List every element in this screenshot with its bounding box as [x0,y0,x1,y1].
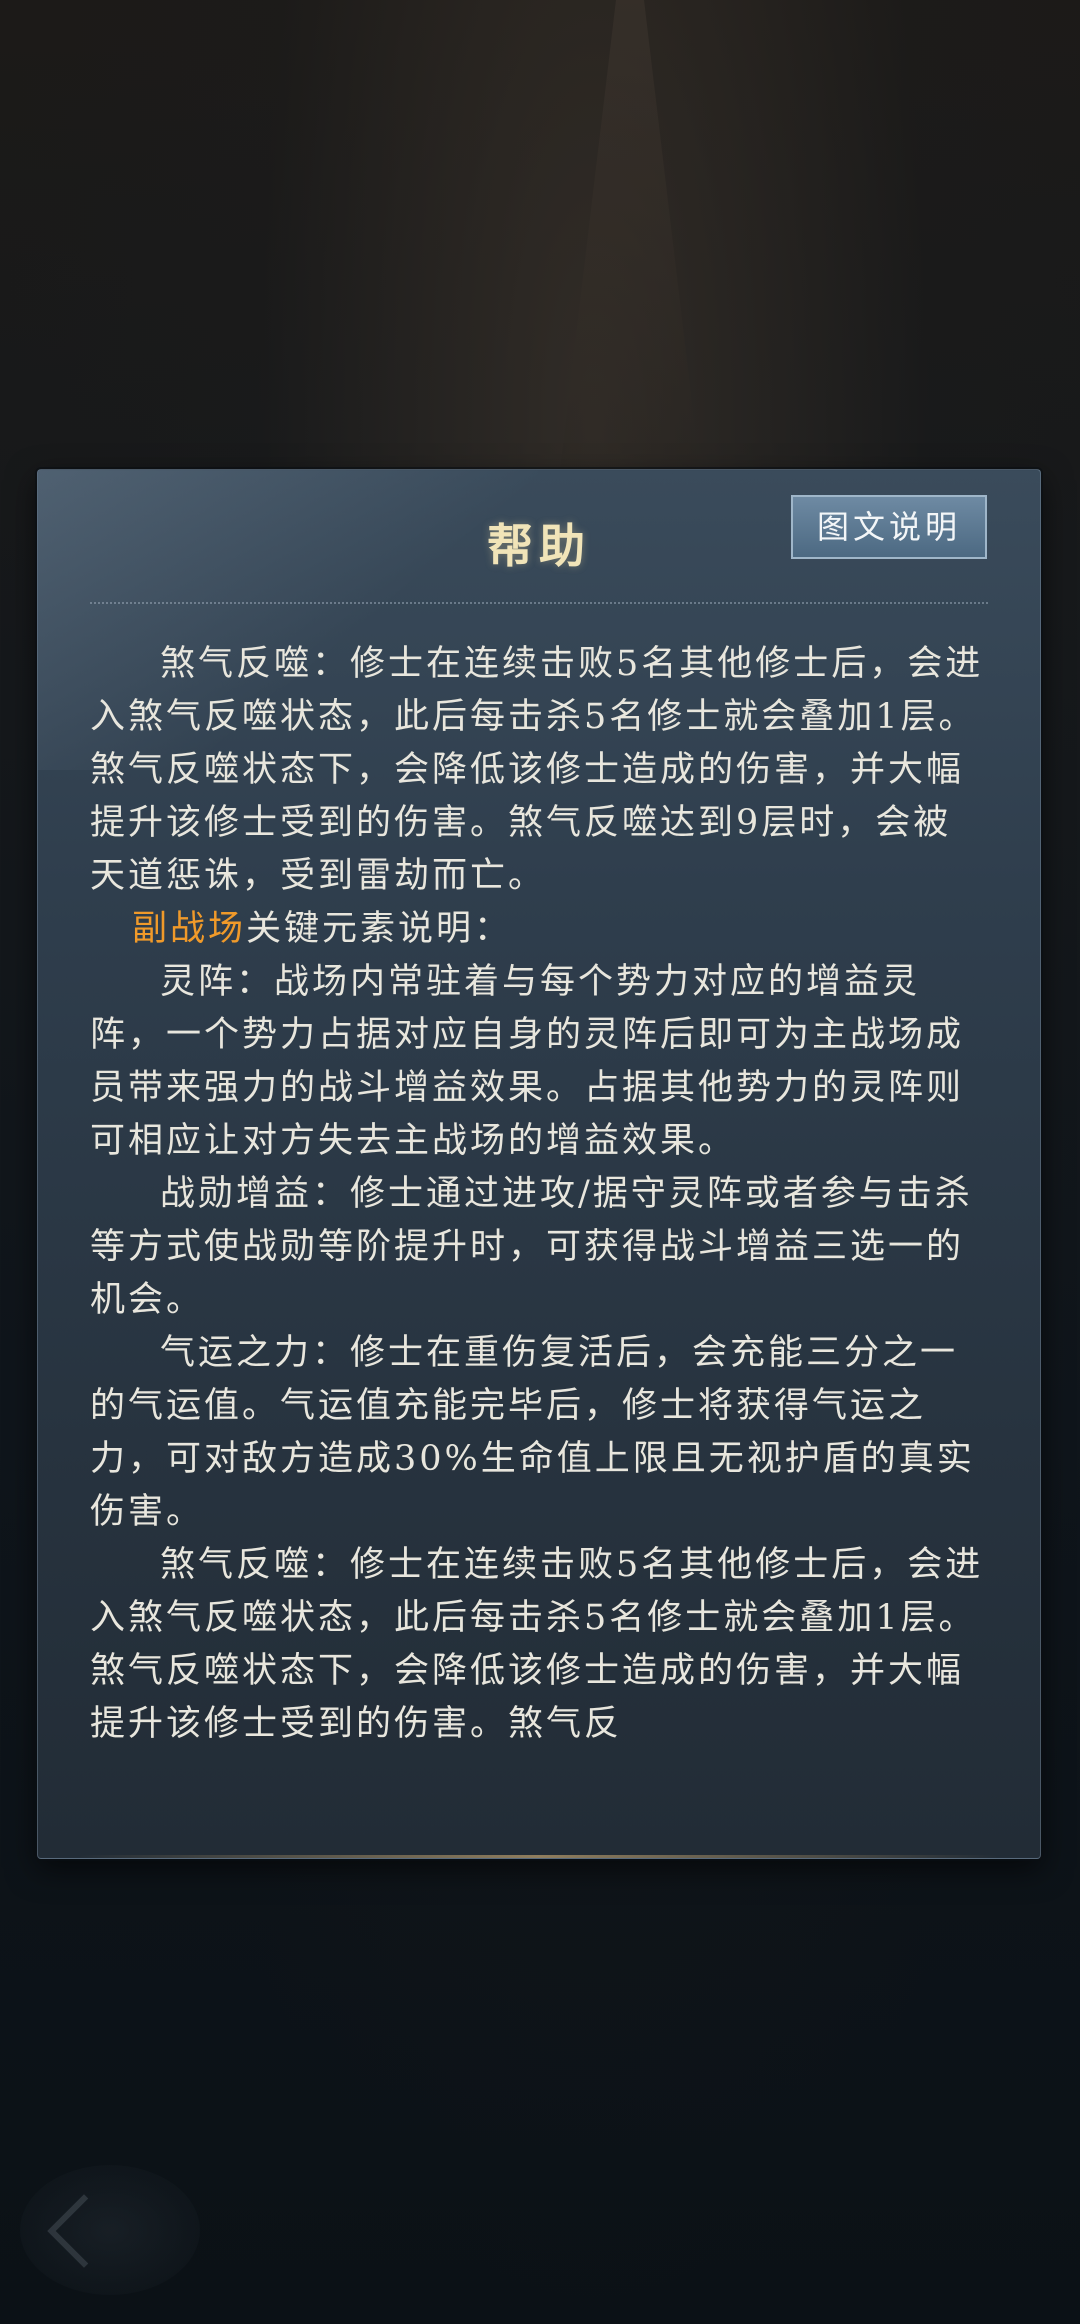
help-paragraph-backlash-repeat: 煞气反噬：修士在连续击败5名其他修士后，会进入煞气反噬状态，此后每击杀5名修士就… [90,1545,984,1744]
help-paragraph-backlash: 煞气反噬：修士在连续击败5名其他修士后，会进入煞气反噬状态，此后每击杀5名修士就… [90,644,984,896]
help-subheading: 副战场关键元素说明： [90,903,988,956]
help-content-scroll[interactable]: 煞气反噬：修士在连续击败5名其他修士后，会进入煞气反噬状态，此后每击杀5名修士就… [90,638,988,1838]
help-paragraph-spirit-array: 灵阵：战场内常驻着与每个势力对应的增益灵阵，一个势力占据对应自身的灵阵后即可为主… [90,962,965,1161]
help-dialog: 帮助 图文说明 煞气反噬：修士在连续击败5名其他修士后，会进入煞气反噬状态，此后… [37,469,1041,1859]
background-tower [560,0,700,470]
panel-bottom-accent [78,1855,998,1858]
help-paragraph-fortune-power: 气运之力：修士在重伤复活后，会充能三分之一的气运值。气运值充能完毕后，修士将获得… [90,1333,975,1532]
illustrated-guide-button[interactable]: 图文说明 [791,495,987,559]
subheading-rest: 关键元素说明： [246,909,513,949]
help-paragraph-merit-buff: 战勋增益：修士通过进攻/据守灵阵或者参与击杀等方式使战勋等阶提升时，可获得战斗增… [90,1174,973,1320]
title-divider [90,602,988,604]
subheading-highlight: 副战场 [132,909,247,949]
